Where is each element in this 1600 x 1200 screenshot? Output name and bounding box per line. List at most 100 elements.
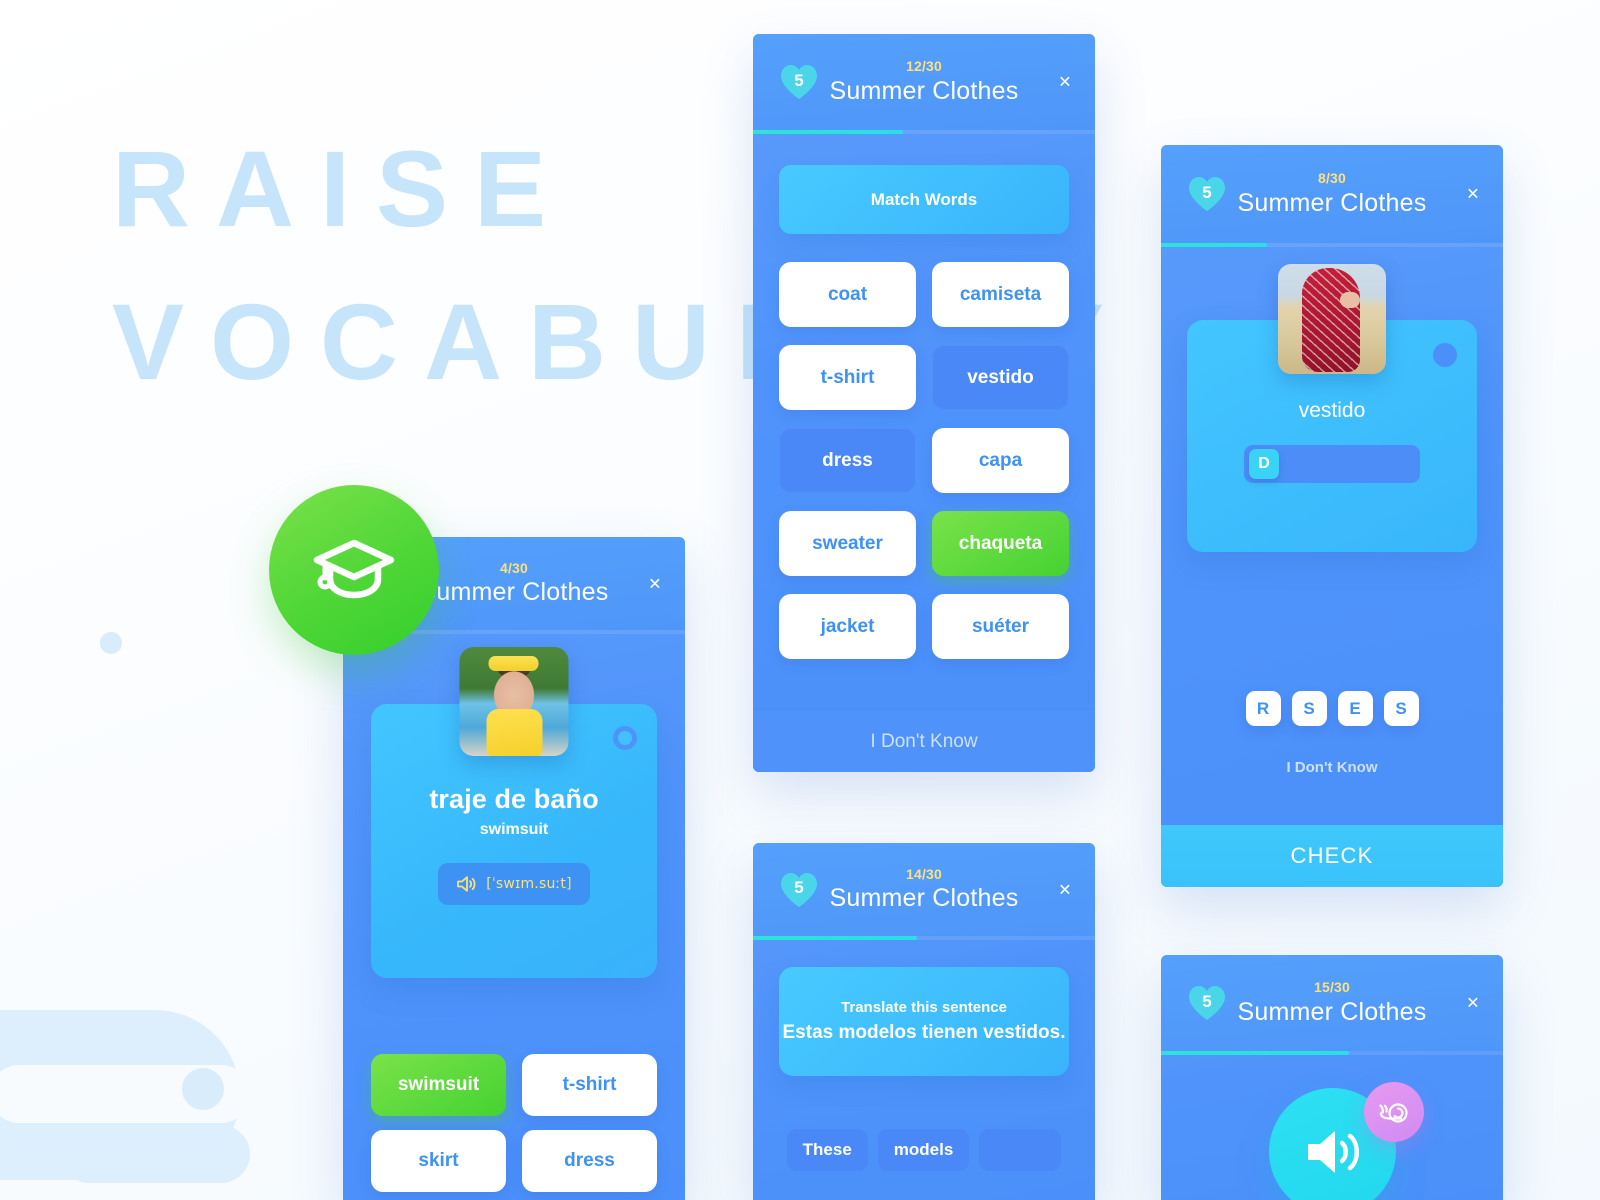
match-tile-dress[interactable]: dress (779, 428, 916, 493)
i-dont-know-button[interactable]: I Don't Know (1161, 759, 1503, 776)
answer-option-swimsuit[interactable]: swimsuit (371, 1054, 506, 1116)
progress-counter: 15/30 (1313, 979, 1351, 996)
listen-header: 5 15/30 Summer Clothes × (1161, 955, 1503, 1051)
spelling-header: 5 8/30 Summer Clothes × (1161, 145, 1503, 243)
decorative-dot-small (100, 632, 122, 654)
i-dont-know-button[interactable]: I Don't Know (870, 731, 977, 753)
listen-header-titles: 15/30 Summer Clothes (1237, 979, 1427, 1026)
lives-heart-badge: 5 (1187, 175, 1227, 213)
answer-options-grid: swimsuit t-shirt skirt dress (371, 1054, 657, 1192)
vocabulary-translation: swimsuit (479, 821, 549, 838)
translate-prompt: Translate this sentence (841, 999, 1007, 1016)
lesson-title: Summer Clothes (829, 884, 1019, 913)
app-logo-badge (269, 485, 439, 655)
answer-option-tshirt[interactable]: t-shirt (522, 1054, 657, 1116)
match-tile-capa[interactable]: capa (932, 428, 1069, 493)
progress-fill (753, 936, 918, 940)
match-tile-tshirt[interactable]: t-shirt (779, 345, 916, 410)
spelling-input[interactable]: D (1244, 445, 1420, 483)
translate-word-bank: These models (753, 1129, 1095, 1171)
check-button[interactable]: CHECK (1161, 825, 1503, 887)
progress-track (753, 936, 1095, 940)
spelling-screen: 5 8/30 Summer Clothes × vestido D R S E (1161, 145, 1503, 887)
lesson-title: Summer Clothes (1237, 997, 1427, 1026)
flashcard-header-titles: 4/30 Summer Clothes (419, 559, 609, 607)
favorite-circle-icon[interactable] (1433, 343, 1457, 367)
pronunciation-button[interactable]: [ˈswɪm.suːt] (438, 863, 590, 905)
favorite-circle-icon[interactable] (613, 726, 637, 750)
speaker-icon (456, 875, 476, 893)
letter-key-r[interactable]: R (1245, 691, 1281, 726)
lives-count: 5 (1202, 182, 1212, 202)
translate-sentence: Estas modelos tienen vestidos. (782, 1022, 1066, 1043)
graduation-cap-icon (311, 535, 397, 605)
answer-option-dress[interactable]: dress (522, 1130, 657, 1192)
lives-count: 5 (794, 70, 804, 90)
progress-fill (753, 130, 904, 134)
poster-canvas: RAISE VOCABULARY 5 4/30 Summer (0, 0, 1600, 1200)
match-words-banner: Match Words (779, 165, 1069, 234)
match-tile-camiseta[interactable]: camiseta (932, 262, 1069, 327)
match-tile-chaqueta[interactable]: chaqueta (932, 511, 1069, 576)
vocabulary-term: vestido (1298, 399, 1366, 422)
translate-screen: 5 14/30 Summer Clothes × Translate this … (753, 843, 1095, 1200)
progress-counter: 14/30 (905, 865, 943, 882)
lesson-title: Summer Clothes (419, 578, 609, 607)
vocabulary-photo (459, 647, 569, 756)
close-icon[interactable]: × (1467, 993, 1479, 1014)
letter-key-s2[interactable]: S (1383, 691, 1419, 726)
vocabulary-term: traje de baño (429, 784, 599, 814)
spelling-card: vestido D (1187, 264, 1477, 552)
ipa-transcription: [ˈswɪm.suːt] (486, 876, 572, 892)
letter-key-s1[interactable]: S (1291, 691, 1327, 726)
listening-screen: 5 15/30 Summer Clothes × (1161, 955, 1503, 1200)
word-chip-models[interactable]: models (877, 1129, 970, 1171)
lesson-title: Summer Clothes (1237, 188, 1427, 217)
match-header: 5 12/30 Summer Clothes × (753, 34, 1095, 130)
word-chip-empty[interactable] (979, 1129, 1062, 1171)
word-chip-these[interactable]: These (786, 1129, 868, 1171)
progress-counter: 4/30 (499, 559, 529, 576)
listen-area (1161, 1055, 1503, 1200)
lesson-title: Summer Clothes (829, 76, 1019, 105)
flashcard-body: traje de baño swimsuit [ˈswɪm.suːt] swim… (343, 647, 685, 1192)
match-header-titles: 12/30 Summer Clothes (829, 58, 1019, 105)
progress-counter: 12/30 (905, 58, 943, 75)
slow-playback-button[interactable] (1363, 1082, 1424, 1142)
close-icon[interactable]: × (1059, 72, 1071, 93)
lives-heart-badge: 5 (779, 871, 819, 909)
close-icon[interactable]: × (1467, 184, 1479, 205)
answer-option-skirt[interactable]: skirt (371, 1130, 506, 1192)
match-words-screen: 5 12/30 Summer Clothes × Match Words coa… (753, 34, 1095, 772)
vocabulary-photo (1278, 264, 1386, 374)
lives-count: 5 (794, 878, 804, 897)
lives-count: 5 (1202, 991, 1212, 1011)
translate-prompt-banner: Translate this sentence Estas modelos ti… (779, 967, 1069, 1076)
close-icon[interactable]: × (1059, 879, 1071, 900)
progress-track (753, 130, 1095, 134)
match-tile-coat[interactable]: coat (779, 262, 916, 327)
vocabulary-card: traje de baño swimsuit [ˈswɪm.suːt] (371, 647, 657, 978)
decorative-cloud-arm (60, 1125, 250, 1183)
translate-header: 5 14/30 Summer Clothes × (753, 843, 1095, 936)
letter-bank: R S E S (1161, 691, 1503, 726)
progress-track (1161, 243, 1503, 247)
match-tile-vestido[interactable]: vestido (932, 345, 1069, 410)
spelling-header-titles: 8/30 Summer Clothes (1237, 170, 1427, 217)
match-footer: I Don't Know (753, 711, 1095, 772)
progress-fill (1161, 243, 1268, 247)
match-tile-sueter[interactable]: suéter (932, 594, 1069, 659)
match-tile-sweater[interactable]: sweater (779, 511, 916, 576)
speaker-icon (1302, 1125, 1362, 1179)
snail-icon (1378, 1100, 1410, 1124)
lives-heart-badge: 5 (1187, 984, 1227, 1022)
match-tile-jacket[interactable]: jacket (779, 594, 916, 659)
hero-headline-line1: RAISE (112, 128, 573, 249)
progress-counter: 8/30 (1317, 170, 1347, 187)
play-audio-button[interactable] (1268, 1082, 1424, 1200)
typed-letter: D (1249, 449, 1279, 479)
decorative-dot-large (182, 1068, 224, 1110)
translate-header-titles: 14/30 Summer Clothes (829, 865, 1019, 913)
close-icon[interactable]: × (649, 573, 661, 594)
letter-key-e[interactable]: E (1337, 691, 1373, 726)
